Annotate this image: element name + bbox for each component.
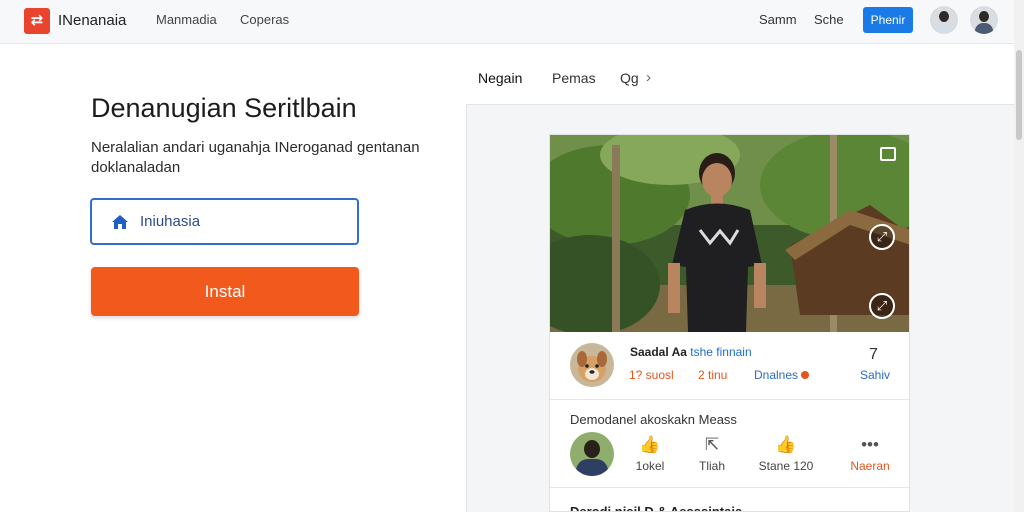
share-icon: ⇱ [704,435,720,454]
top-link-2[interactable]: Sche [814,12,844,27]
save-link[interactable]: Sahiv [860,368,890,382]
more-icon: ••• [861,435,879,454]
commenter-avatar[interactable] [570,432,614,476]
action-thumb[interactable]: 👍 Stane 120 [756,435,816,473]
tab-3[interactable]: Qg [620,70,639,86]
expand-icon[interactable]: ⤢ [869,224,895,250]
action-like[interactable]: 👍 1okel [620,435,680,473]
chevron-right-icon[interactable]: › [646,69,651,86]
top-primary-button[interactable]: Phenir [863,7,913,33]
brand-logo-icon[interactable]: ⇄ [24,8,50,34]
user-avatar-2[interactable] [970,6,998,34]
install-button[interactable]: Instal [91,267,359,316]
action-thumb-label: Stane 120 [758,459,814,473]
stat-1: 1? suosl [629,368,674,382]
post-photo: ⤢ ⤢ [550,135,909,332]
page-title: Denanugian Seritlbain [91,93,357,123]
top-link-1[interactable]: Samm [759,12,797,27]
stat-3-label: Dnalnes [754,368,799,382]
action-more[interactable]: ••• Naeran [840,435,900,473]
user-avatar-1[interactable] [930,6,958,34]
scrollbar-thumb[interactable] [1016,50,1022,140]
top-navigation-bar: ⇄ INenanaia Manmadia Coperas Samm Sche P… [0,0,1024,44]
count-value: 7 [869,346,878,363]
tab-1[interactable]: Negain [478,70,522,86]
post-footer-row: Derodi nisil D & Aesssintaia [550,487,909,512]
action-share-label: Tliah [698,459,725,473]
action-share[interactable]: ⇱ Tliah [682,435,742,473]
location-field-value: Iniuhasia [140,213,201,230]
post-card: ⤢ ⤢ Saadal Aa tshe finnain 1? suosl 2 ti… [549,134,910,512]
comment-title: Demodanel akoskakn Meass [570,412,737,427]
page-description: Neralalian andari uganahja INeroganad ge… [91,139,420,176]
home-icon [112,215,128,229]
stat-3[interactable]: Dnalnes [754,368,810,382]
stat-2: 2 tinu [698,368,728,382]
footer-text: Derodi nisil D & Aesssintaia [570,504,743,512]
brand-name[interactable]: INenanaia [58,12,126,29]
fullscreen-icon[interactable] [880,147,896,161]
resize-icon[interactable]: ⤢ [869,293,895,319]
location-field[interactable]: Iniuhasia [90,198,359,245]
author-name-link[interactable]: tshe finnain [690,345,751,359]
post-author-row: Saadal Aa tshe finnain 1? suosl 2 tinu D… [550,332,909,400]
nav-link-2[interactable]: Coperas [240,12,289,27]
action-like-label: 1okel [635,459,665,473]
dog-avatar[interactable] [570,343,614,387]
thumb-icon: 👍 [775,435,797,454]
status-dot-icon [801,371,810,379]
nav-link-1[interactable]: Manmadia [156,12,217,27]
author-name[interactable]: Saadal Aa tshe finnain [630,345,752,359]
author-name-bold: Saadal Aa [630,345,687,359]
tab-2[interactable]: Pemas [552,70,596,86]
like-icon: 👍 [639,435,661,454]
action-more-label: Naeran [850,459,890,473]
